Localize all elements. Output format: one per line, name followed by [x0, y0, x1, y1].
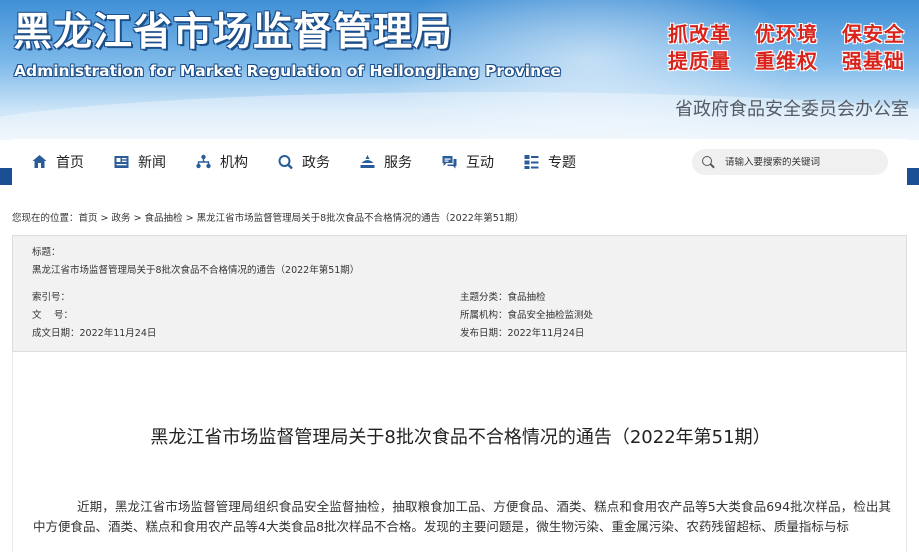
nav-item-label: 新闻	[138, 155, 166, 171]
service-icon	[360, 155, 375, 168]
news-icon	[114, 156, 129, 168]
nav-item-label: 机构	[220, 155, 248, 171]
slogan-2: 优环境	[755, 22, 818, 46]
search-box[interactable]	[692, 149, 888, 175]
meta-category: 主题分类：食品抽检	[460, 292, 546, 303]
article-body: 近期，黑龙江省市场监督管理局组织食品安全监督抽检，抽取粮食加工品、方便食品、酒类…	[33, 499, 891, 534]
nav-item-service[interactable]: 服务	[340, 139, 422, 185]
nav-item-label: 首页	[56, 155, 84, 171]
breadcrumb-link-home[interactable]: 首页	[79, 213, 98, 224]
nav-item-label: 服务	[384, 155, 412, 171]
slogan-4: 提质量	[668, 49, 731, 73]
food-safety-office: 省政府食品安全委员会办公室	[675, 99, 909, 120]
meta-published-date: 发布日期：2022年11月24日	[460, 328, 585, 339]
nav-item-news[interactable]: 新闻	[94, 139, 176, 185]
breadcrumb-link-food-inspection[interactable]: 食品抽检	[145, 213, 183, 224]
meta-organization: 所属机构：食品安全抽检监测处	[460, 310, 594, 321]
home-icon	[32, 155, 47, 168]
nav-item-topic[interactable]: 专题	[504, 139, 586, 185]
breadcrumb-current: 黑龙江省市场监督管理局关于8批次食品不合格情况的通告（2022年第51期）	[196, 213, 524, 224]
slogan-1: 抓改革	[668, 22, 731, 46]
meta-doc-label: 文 号：	[32, 310, 74, 321]
organization-icon	[196, 154, 211, 169]
breadcrumb-separator: >	[97, 213, 112, 224]
breadcrumb-separator: >	[182, 213, 197, 224]
nav-item-label: 互动	[466, 155, 494, 171]
meta-title-value: 黑龙江省市场监督管理局关于8批次食品不合格情况的通告（2022年第51期）	[32, 265, 360, 276]
meta-index-label: 索引号：	[32, 292, 71, 303]
nav-item-organization[interactable]: 机构	[176, 139, 258, 185]
government-icon	[278, 155, 293, 170]
meta-title-label: 标题：	[32, 247, 61, 258]
slogan-5: 重维权	[755, 49, 818, 73]
meta-created-date: 成文日期：2022年11月24日	[32, 328, 157, 339]
main-nav: 首页 新闻 机构 政务 服务 互动 专题 请输入要搜索的关键词	[12, 139, 907, 185]
interaction-icon	[442, 156, 457, 169]
nav-item-home[interactable]: 首页	[12, 139, 94, 185]
breadcrumb-link-government[interactable]: 政务	[112, 213, 131, 224]
document-meta: 标题： 黑龙江省市场监督管理局关于8批次食品不合格情况的通告（2022年第51期…	[12, 235, 907, 352]
site-title[interactable]: 黑龙江省市场监督管理局	[13, 10, 453, 56]
breadcrumb-separator: >	[130, 213, 145, 224]
site-subtitle: Administration for Market Regulation of …	[14, 62, 561, 80]
breadcrumb: 您现在的位置：首页 > 政务 > 食品抽检 > 黑龙江省市场监督管理局关于8批次…	[12, 210, 524, 224]
search-input[interactable]	[725, 156, 875, 168]
slogan-3: 保安全	[842, 22, 905, 46]
nav-item-interaction[interactable]: 互动	[422, 139, 504, 185]
nav-item-label: 政务	[302, 155, 330, 171]
breadcrumb-prefix: 您现在的位置：	[12, 213, 79, 224]
article: 黑龙江省市场监督管理局关于8批次食品不合格情况的通告（2022年第51期） 近期…	[12, 352, 907, 552]
article-title: 黑龙江省市场监督管理局关于8批次食品不合格情况的通告（2022年第51期）	[150, 427, 771, 448]
site-header: 黑龙江省市场监督管理局 Administration for Market Re…	[0, 0, 919, 140]
search-icon[interactable]	[702, 155, 715, 169]
nav-item-government[interactable]: 政务	[258, 139, 340, 185]
slogan-6: 强基础	[842, 49, 905, 73]
nav-item-label: 专题	[548, 155, 576, 171]
topic-icon	[524, 155, 539, 169]
